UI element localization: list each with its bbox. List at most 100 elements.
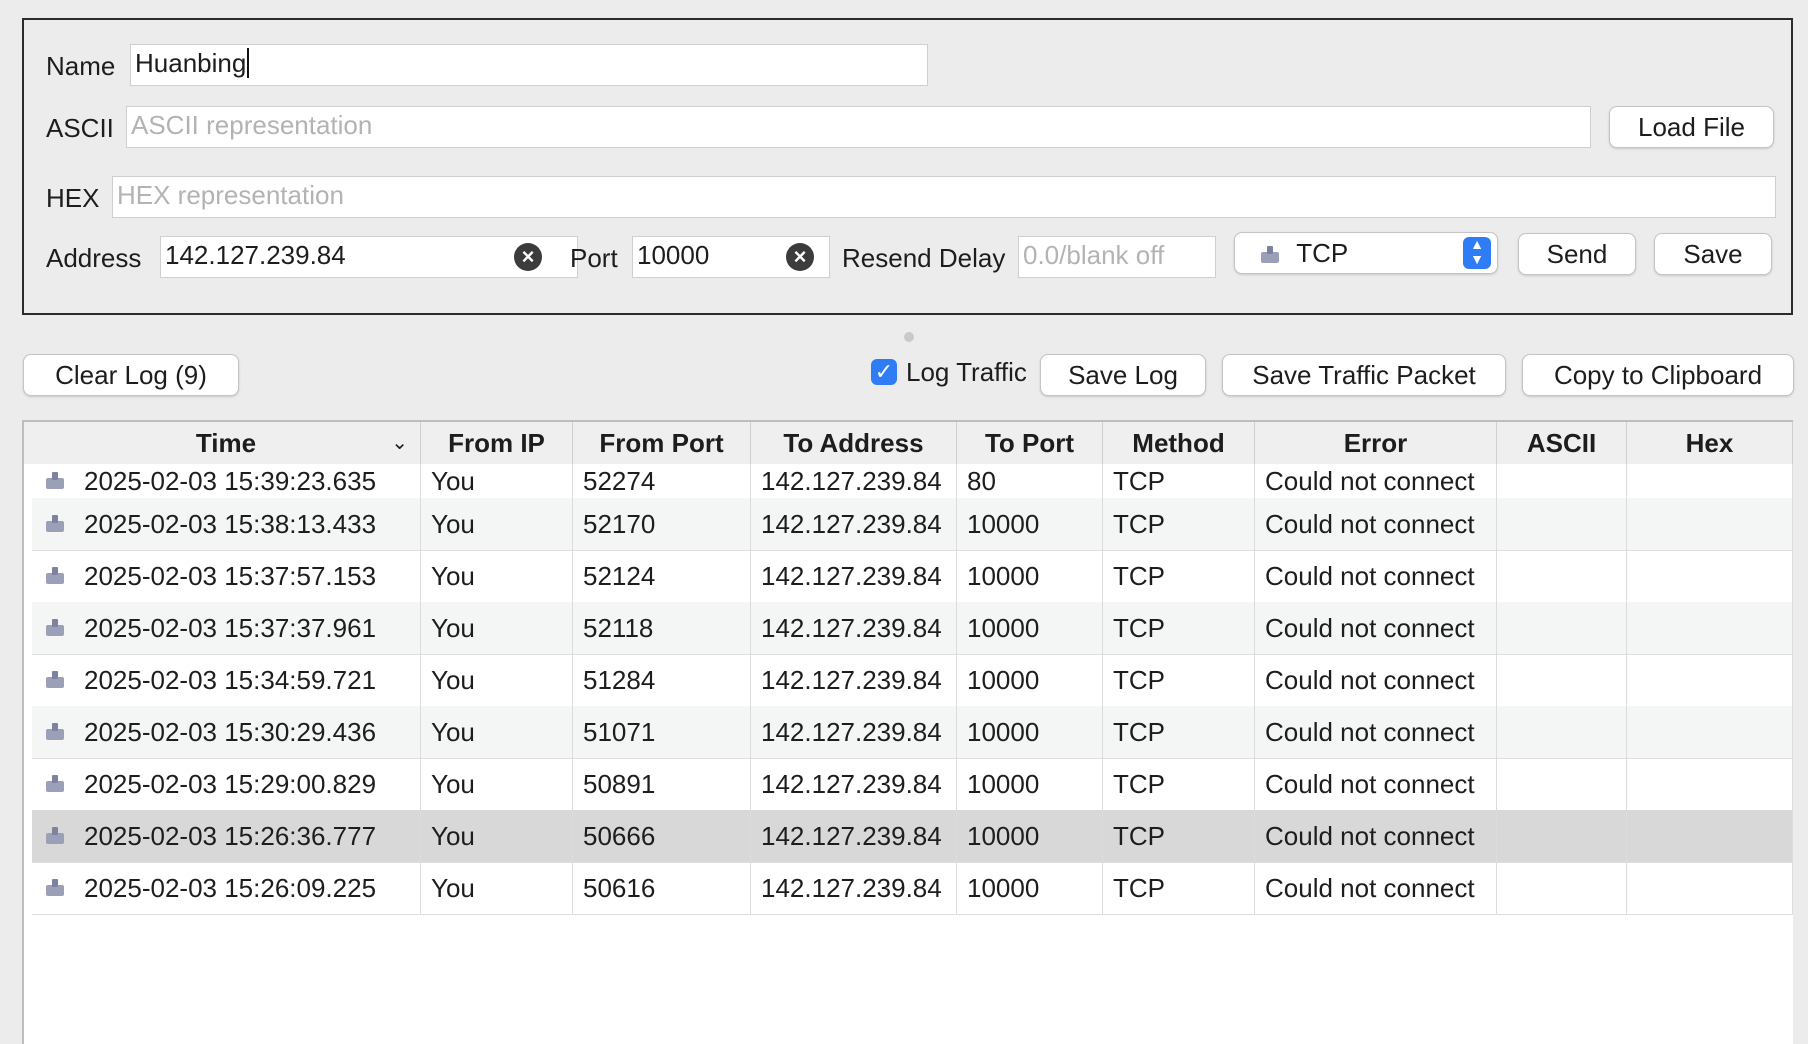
copy-to-clipboard-button[interactable]: Copy to Clipboard [1522,354,1794,396]
table-row[interactable]: 2025-02-03 15:30:29.436 You 51071 142.127.2… [32,706,1793,758]
cell-from-port: 50666 [573,810,751,862]
cell-ascii [1497,758,1627,810]
hex-label: HEX [46,183,100,213]
cell-method: TCP [1103,602,1255,654]
cell-error: Could not connect [1255,498,1497,550]
cell-text: 50616 [583,873,656,903]
ascii-label: ASCII [46,113,114,143]
cell-text: You [431,509,475,539]
column-header-error[interactable]: Error [1255,422,1497,464]
cell-method: TCP [1103,862,1255,914]
cell-error: Could not connect [1255,810,1497,862]
cell-text: 51071 [583,717,656,747]
column-header-to-address[interactable]: To Address [751,422,957,464]
cell-text: 142.127.239.84 [761,613,942,643]
cell-to-address: 142.127.239.84 [751,654,957,706]
column-header-method[interactable]: Method [1103,422,1255,464]
cell-text: You [431,873,475,903]
column-header-ascii[interactable]: ASCII [1497,422,1627,464]
tcp-icon [44,619,66,637]
cell-text: TCP [1113,873,1165,903]
name-input[interactable]: Huanbing [130,44,928,86]
cell-to-port: 10000 [957,810,1103,862]
cell-from-ip: You [421,862,573,914]
cell-from-ip: You [421,810,573,862]
column-header-time[interactable]: Time ⌄ [32,422,421,464]
log-traffic-label[interactable]: Log Traffic [906,356,1027,388]
column-header-to-port[interactable]: To Port [957,422,1103,464]
save-button[interactable]: Save [1654,233,1772,275]
cell-text: 10000 [967,717,1040,747]
column-header-hex[interactable]: Hex [1627,422,1793,464]
table-row[interactable]: 2025-02-03 15:37:37.961 You 52118 142.127.2… [32,602,1793,654]
cell-text: TCP [1113,665,1165,695]
save-log-button[interactable]: Save Log [1040,354,1206,396]
table-row[interactable]: 2025-02-03 15:39:23.635 You 52274 142.127.2… [32,464,1793,498]
table-row[interactable]: 2025-02-03 15:37:57.153 You 52124 142.127.2… [32,550,1793,602]
column-header-from-ip[interactable]: From IP [421,422,573,464]
tcp-icon [44,671,66,689]
clear-port-icon[interactable]: × [786,243,814,271]
cell-text: You [431,717,475,747]
log-traffic-checkbox[interactable]: ✓ [871,359,897,385]
cell-method: TCP [1103,498,1255,550]
cell-text: Could not connect [1265,613,1475,643]
cell-text: 2025-02-03 15:38:13.433 [84,509,377,539]
cell-text: Could not connect [1265,873,1475,903]
cell-from-ip: You [421,706,573,758]
traffic-log-table: Time ⌄ From IP From Port To Address To P… [22,420,1793,1044]
send-button[interactable]: Send [1518,233,1636,275]
cell-to-address: 142.127.239.84 [751,550,957,602]
cell-hex [1627,810,1793,862]
cell-to-port: 10000 [957,758,1103,810]
cell-from-port: 50616 [573,862,751,914]
clear-log-button[interactable]: Clear Log (9) [23,354,239,396]
cell-from-port: 52274 [573,464,751,498]
cell-time: 2025-02-03 15:30:29.436 [32,706,421,758]
cell-to-port: 10000 [957,862,1103,914]
table-row[interactable]: 2025-02-03 15:34:59.721 You 51284 142.127.2… [32,654,1793,706]
load-file-button[interactable]: Load File [1609,106,1774,148]
split-handle[interactable] [904,332,914,342]
cell-text: 10000 [967,561,1040,591]
cell-text: Could not connect [1265,466,1475,496]
cell-from-port: 51284 [573,654,751,706]
resend-delay-input[interactable]: 0.0/blank off [1018,236,1216,278]
hex-input[interactable]: HEX representation [112,176,1776,218]
cell-to-port: 10000 [957,498,1103,550]
table-row[interactable]: 2025-02-03 15:26:36.777 You 50666 142.127.2… [32,810,1793,862]
save-traffic-packet-button[interactable]: Save Traffic Packet [1222,354,1506,396]
cell-text: You [431,561,475,591]
resend-delay-label: Resend Delay [842,243,1006,273]
column-header-from-port[interactable]: From Port [573,422,751,464]
cell-text: 142.127.239.84 [761,665,942,695]
cell-ascii [1497,464,1627,498]
address-value: 142.127.239.84 [165,240,346,270]
cell-from-port: 51071 [573,706,751,758]
table-row[interactable]: 2025-02-03 15:38:13.433 You 52170 142.127.2… [32,498,1793,550]
cell-hex [1627,706,1793,758]
method-select[interactable]: TCP ▲ ▼ [1234,232,1498,274]
cell-text: 52118 [583,613,654,643]
cell-text: 80 [967,466,996,496]
row-divider [32,914,1793,915]
cell-ascii [1497,498,1627,550]
cell-to-port: 10000 [957,654,1103,706]
sort-chevron-down-icon: ⌄ [391,432,408,454]
cell-time: 2025-02-03 15:38:13.433 [32,498,421,550]
cell-text: 2025-02-03 15:34:59.721 [84,665,377,695]
cell-text: 50666 [583,821,656,851]
address-label: Address [46,243,142,273]
cell-to-port: 10000 [957,706,1103,758]
tcp-icon [44,879,66,897]
cell-text: 50891 [583,769,656,799]
ascii-input[interactable]: ASCII representation [126,106,1591,148]
cell-error: Could not connect [1255,758,1497,810]
cell-method: TCP [1103,550,1255,602]
cell-hex [1627,602,1793,654]
table-row[interactable]: 2025-02-03 15:26:09.225 You 50616 142.127.2… [32,862,1793,914]
table-row[interactable]: 2025-02-03 15:29:00.829 You 50891 142.127.2… [32,758,1793,810]
clear-address-icon[interactable]: × [514,243,542,271]
cell-text: Could not connect [1265,769,1475,799]
cell-text: 10000 [967,509,1040,539]
